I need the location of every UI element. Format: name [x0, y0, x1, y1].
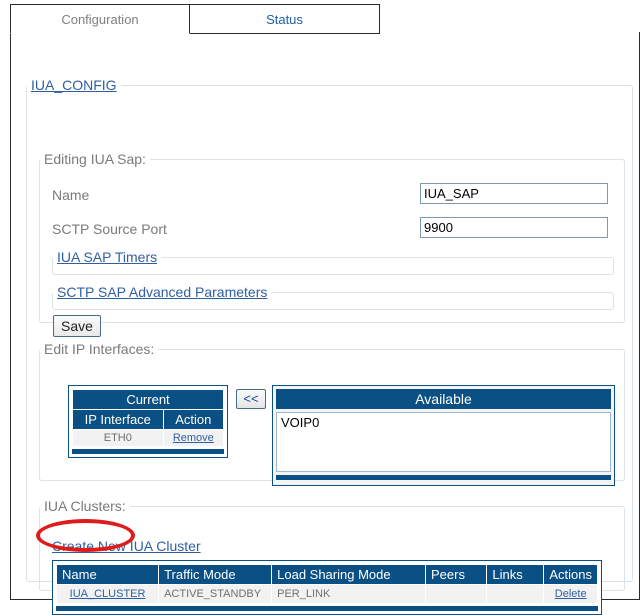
create-new-iua-cluster-link[interactable]: Create New IUA Cluster	[52, 538, 201, 554]
iua-clusters-panel: Name Traffic Mode Load Sharing Mode Peer…	[52, 560, 602, 615]
name-input[interactable]	[420, 183, 608, 204]
form-row-sctp-source-port: SCTP Source Port	[40, 217, 624, 243]
iua-clusters-table: Name Traffic Mode Load Sharing Mode Peer…	[55, 564, 598, 604]
list-item[interactable]: VOIP0	[281, 415, 606, 431]
tab-configuration-label: Configuration	[61, 12, 139, 27]
page-frame: IUA_CONFIG Editing IUA Sap: Name SCTP So…	[10, 32, 640, 615]
column-action: Action	[162, 409, 225, 430]
column-peers: Peers	[424, 564, 488, 585]
tab-configuration[interactable]: Configuration	[10, 4, 190, 34]
column-load-sharing-mode: Load Sharing Mode	[271, 564, 426, 585]
available-ip-interfaces-panel: Available VOIP0	[272, 385, 615, 486]
cell-actions: Delete	[543, 584, 598, 604]
cell-load-sharing-mode: PER_LINK	[271, 584, 426, 604]
name-label: Name	[52, 187, 90, 203]
cell-ip-interface: ETH0	[72, 429, 164, 447]
save-button[interactable]: Save	[53, 315, 101, 337]
move-left-button[interactable]: <<	[236, 389, 266, 409]
edit-ip-interfaces-section: Edit IP Interfaces: Current IP Interface…	[39, 341, 625, 486]
delete-link[interactable]: Delete	[555, 588, 587, 600]
sctp-source-port-label: SCTP Source Port	[52, 221, 167, 237]
cell-peers	[424, 584, 488, 604]
editing-iua-sap-section: Editing IUA Sap: Name SCTP Source Port I…	[39, 151, 625, 337]
current-table-footer-bar	[72, 449, 224, 454]
available-list[interactable]: VOIP0	[276, 412, 611, 472]
cell-action: Remove	[162, 429, 225, 447]
available-footer-bar	[276, 475, 611, 480]
iua-sap-timers-link[interactable]: IUA SAP Timers	[57, 249, 157, 265]
column-actions: Actions	[543, 564, 598, 585]
iua-clusters-legend-label: IUA Clusters:	[44, 498, 126, 514]
iua-clusters-section: IUA Clusters: Create New IUA Cluster Nam…	[39, 498, 625, 615]
current-ip-interfaces-panel: Current IP Interface Action ETH0 Remove	[68, 385, 228, 458]
form-row-name: Name	[40, 183, 624, 209]
tab-status-label: Status	[266, 12, 303, 27]
iua-clusters-legend: IUA Clusters:	[40, 498, 130, 514]
sctp-sap-advanced-parameters-section: SCTP SAP Advanced Parameters	[52, 284, 614, 310]
cluster-table-footer-bar	[56, 606, 598, 611]
editing-iua-sap-legend: Editing IUA Sap:	[40, 151, 150, 167]
current-table-header-row: IP Interface Action	[72, 409, 225, 430]
column-name: Name	[55, 564, 160, 585]
cluster-header-row: Name Traffic Mode Load Sharing Mode Peer…	[55, 564, 598, 585]
iua-config-legend-link[interactable]: IUA_CONFIG	[31, 77, 117, 93]
iua-config-legend: IUA_CONFIG	[27, 77, 121, 93]
editing-iua-sap-legend-label: Editing IUA Sap:	[44, 151, 146, 167]
iua-sap-timers-section: IUA SAP Timers	[52, 249, 614, 275]
tab-status[interactable]: Status	[190, 4, 380, 34]
column-traffic-mode: Traffic Mode	[158, 564, 273, 585]
tab-bar: Configuration Status	[10, 3, 640, 34]
current-ip-interfaces-table: Current IP Interface Action ETH0 Remove	[72, 389, 225, 447]
cell-traffic-mode: ACTIVE_STANDBY	[158, 584, 273, 604]
column-ip-interface: IP Interface	[72, 409, 164, 430]
table-row: ETH0 Remove	[72, 429, 225, 447]
sctp-sap-advanced-parameters-legend: SCTP SAP Advanced Parameters	[53, 284, 271, 300]
current-table-title-row: Current	[72, 389, 224, 410]
iua-sap-timers-legend: IUA SAP Timers	[53, 249, 161, 265]
available-title: Available	[276, 389, 611, 409]
current-table-title: Current	[72, 389, 224, 410]
iua-config-section: IUA_CONFIG Editing IUA Sap: Name SCTP So…	[26, 77, 633, 615]
sctp-source-port-input[interactable]	[420, 217, 608, 238]
tab-bar-filler	[380, 4, 640, 34]
edit-ip-interfaces-legend: Edit IP Interfaces:	[40, 341, 158, 357]
cell-cluster-name: IUA_CLUSTER	[55, 584, 160, 604]
remove-link[interactable]: Remove	[173, 432, 214, 444]
sctp-sap-advanced-parameters-link[interactable]: SCTP SAP Advanced Parameters	[57, 284, 267, 300]
cluster-name-link[interactable]: IUA_CLUSTER	[70, 588, 146, 600]
table-row: IUA_CLUSTER ACTIVE_STANDBY PER_LINK Dele…	[55, 584, 598, 604]
cell-links	[486, 584, 545, 604]
column-links: Links	[486, 564, 545, 585]
edit-ip-interfaces-legend-label: Edit IP Interfaces:	[44, 341, 155, 357]
